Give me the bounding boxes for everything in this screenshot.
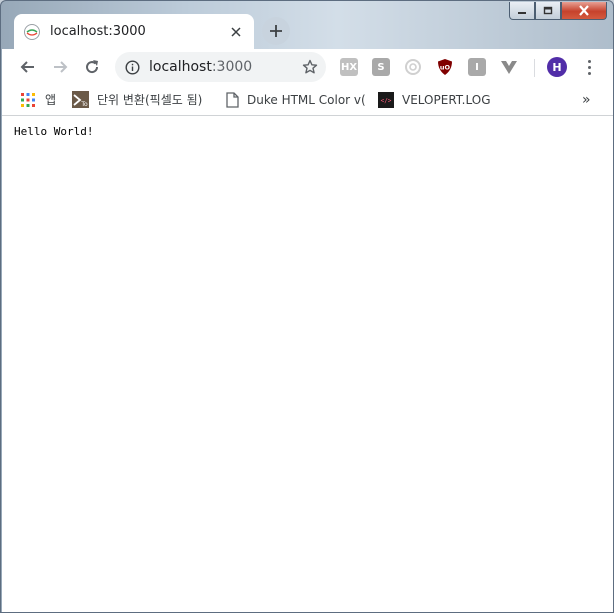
more-menu-button[interactable] [581, 57, 597, 77]
url-port: :3000 [211, 59, 253, 75]
address-bar[interactable]: localhost:3000 [115, 52, 326, 82]
toolbar-divider [534, 59, 535, 77]
extension-s[interactable]: S [372, 58, 390, 76]
bookmark-unit-converter[interactable]: To 단위 변환(픽셀도 됨) [72, 85, 202, 114]
extension-label: S [377, 61, 385, 73]
tab-localhost[interactable]: localhost:3000 [14, 14, 254, 49]
extension-circle[interactable] [404, 58, 422, 76]
bookmarks-overflow-button[interactable]: » [582, 85, 591, 114]
extension-label: HX [340, 61, 358, 73]
close-tab-button[interactable] [228, 23, 244, 41]
bookmark-velopert[interactable]: </> VELOPERT.LOG [378, 85, 491, 114]
url-host: localhost [149, 59, 212, 75]
profile-avatar[interactable]: H [547, 57, 567, 77]
plus-icon [270, 25, 282, 37]
dot-icon [587, 65, 591, 69]
reload-icon [86, 60, 99, 74]
extension-hx[interactable]: HX [340, 58, 358, 76]
page-icon [226, 91, 239, 108]
arrow-left-icon [20, 61, 34, 73]
new-tab-button[interactable] [262, 17, 290, 45]
bookmark-duke-html-color[interactable]: Duke HTML Color v( [226, 85, 366, 114]
extension-vue[interactable] [500, 58, 518, 76]
bookmark-label: Duke HTML Color v( [247, 92, 366, 107]
velopert-favicon-icon: </> [378, 91, 394, 108]
bookmarks-bar: 앱 To 단위 변환(픽셀도 됨) Duke HTML Color v( </>… [2, 85, 613, 116]
bookmark-label: 앱 [45, 93, 57, 107]
converter-favicon-icon: To [72, 91, 89, 108]
dot-icon [587, 71, 591, 75]
dot-icon [587, 59, 591, 63]
info-icon[interactable] [125, 59, 140, 75]
extension-i[interactable]: I [468, 58, 486, 76]
extension-label: uO [440, 64, 451, 72]
svg-text:</>: </> [381, 97, 392, 104]
back-button[interactable] [16, 55, 40, 79]
url-text[interactable]: localhost:3000 [149, 59, 302, 75]
bookmark-label: 단위 변환(픽셀도 됨) [97, 93, 203, 107]
browser-window: localhost:3000 localhost:3000 HX S uO I … [0, 0, 614, 613]
arrow-right-icon [54, 61, 68, 73]
star-icon[interactable] [302, 59, 318, 75]
hello-world-text: Hello World! [14, 125, 94, 138]
svg-text:To: To [80, 101, 88, 108]
reload-button[interactable] [80, 55, 104, 79]
forward-button[interactable] [48, 55, 72, 79]
globe-icon [24, 23, 40, 40]
page-content: Hello World! [2, 116, 613, 612]
tab-strip: localhost:3000 [1, 1, 613, 49]
bookmark-label: VELOPERT.LOG [402, 92, 491, 107]
target-icon [405, 59, 421, 75]
apps-grid-icon [21, 92, 35, 107]
extension-label: I [475, 61, 479, 73]
extension-ublock[interactable]: uO [436, 58, 454, 76]
tab-title: localhost:3000 [50, 24, 146, 39]
toolbar: localhost:3000 HX S uO I H [2, 49, 613, 85]
close-icon [231, 26, 241, 37]
vue-icon [501, 61, 517, 74]
shield-icon: uO [438, 59, 452, 75]
bookmark-apps[interactable]: 앱 [21, 85, 56, 114]
